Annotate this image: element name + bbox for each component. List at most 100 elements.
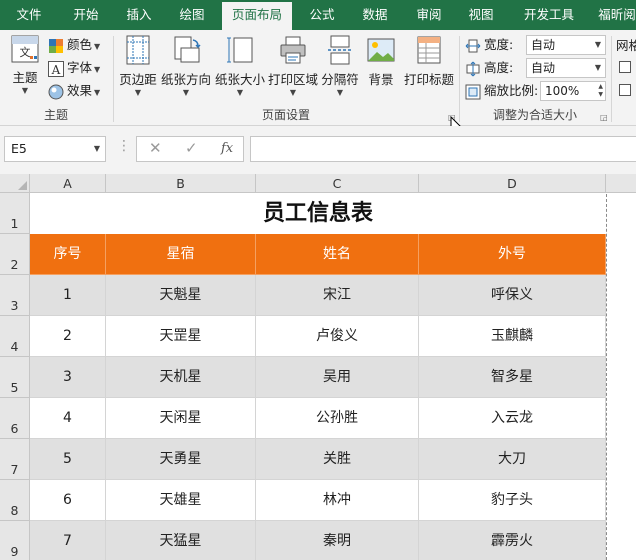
chevron-down-icon: ▼ — [594, 40, 601, 49]
chevron-down-icon: ▼ — [21, 86, 29, 95]
drag-handle-icon[interactable]: ⋮ — [117, 138, 131, 154]
cell-star[interactable]: 天魁星 — [106, 275, 256, 316]
row-header[interactable]: 7 — [0, 439, 30, 480]
formula-buttons: ✕ ✓ fx — [136, 136, 244, 162]
width-value: 自动 — [531, 38, 556, 52]
dialog-launcher-icon[interactable]: ◲ — [600, 114, 609, 123]
cell-star[interactable]: 天罡星 — [106, 316, 256, 357]
row-header[interactable]: 8 — [0, 480, 30, 521]
fonts-button[interactable]: A 字体 ▼ — [48, 58, 100, 78]
row-header[interactable]: 2 — [0, 234, 30, 275]
cell-star[interactable]: 天闲星 — [106, 398, 256, 439]
size-label: 纸张大小 — [214, 72, 265, 87]
select-all-button[interactable] — [0, 174, 30, 193]
background-button[interactable]: 背景 — [362, 34, 400, 88]
enter-icon[interactable]: ✓ — [185, 139, 198, 157]
width-select[interactable]: 自动 ▼ — [526, 35, 606, 55]
table-header-cell[interactable]: 外号 — [419, 234, 606, 275]
print-titles-icon — [417, 36, 441, 64]
effects-button[interactable]: 效果 ▼ — [48, 81, 100, 101]
margins-button[interactable]: 页边距 ▼ — [118, 34, 158, 98]
cell-nickname[interactable]: 豹子头 — [419, 480, 606, 521]
height-icon — [466, 61, 480, 76]
cell-nickname[interactable]: 入云龙 — [419, 398, 606, 439]
cell-id[interactable]: 3 — [30, 357, 106, 398]
cell-id[interactable]: 7 — [30, 521, 106, 560]
column-header-e[interactable] — [606, 174, 636, 193]
orientation-button[interactable]: 纸张方向 ▼ — [160, 34, 212, 98]
column-header-b[interactable]: B — [106, 174, 256, 193]
table-header-cell[interactable]: 序号 — [30, 234, 106, 275]
size-button[interactable]: 纸张大小 ▼ — [214, 34, 266, 98]
cell-name[interactable]: 秦明 — [256, 521, 419, 560]
cell-nickname[interactable]: 霹雳火 — [419, 521, 606, 560]
row-header[interactable]: 5 — [0, 357, 30, 398]
name-box[interactable]: E5 ▼ — [4, 136, 106, 162]
column-header-a[interactable]: A — [30, 174, 106, 193]
background-label: 背景 — [368, 72, 394, 87]
cell-id[interactable]: 4 — [30, 398, 106, 439]
tab-insert[interactable]: 插入 — [114, 0, 164, 30]
tab-view[interactable]: 视图 — [456, 0, 506, 30]
tab-file[interactable]: 文件 — [4, 0, 54, 30]
row-header[interactable]: 9 — [0, 521, 30, 560]
themes-button[interactable]: 文 主题 ▼ — [6, 34, 44, 96]
tab-page-layout[interactable]: 页面布局 — [222, 2, 292, 30]
tab-home[interactable]: 开始 — [60, 0, 112, 30]
breaks-button[interactable]: 分隔符 ▼ — [320, 34, 360, 98]
cell-nickname[interactable]: 玉麒麟 — [419, 316, 606, 357]
background-image-icon — [367, 38, 395, 62]
cell-name[interactable]: 关胜 — [256, 439, 419, 480]
tab-foxit[interactable]: 福昕阅 — [592, 0, 636, 30]
print-area-label: 打印区域 — [268, 72, 319, 87]
tab-developer[interactable]: 开发工具 — [512, 0, 586, 30]
print-area-button[interactable]: 打印区域 ▼ — [268, 34, 318, 98]
margins-icon — [126, 35, 150, 65]
colors-button[interactable]: 颜色 ▼ — [48, 35, 100, 55]
cell-name[interactable]: 林冲 — [256, 480, 419, 521]
column-header-d[interactable]: D — [419, 174, 606, 193]
column-header-c[interactable]: C — [256, 174, 419, 193]
cancel-icon[interactable]: ✕ — [149, 139, 162, 157]
scale-label: 缩放比例: — [465, 81, 538, 101]
spinner-arrows-icon[interactable]: ▲ ▼ — [598, 83, 603, 99]
tab-review[interactable]: 审阅 — [404, 0, 454, 30]
gridlines-view-checkbox[interactable] — [619, 61, 631, 73]
row-header[interactable]: 6 — [0, 398, 30, 439]
tab-formulas[interactable]: 公式 — [298, 0, 346, 30]
cell-name[interactable]: 宋江 — [256, 275, 419, 316]
cell-name[interactable]: 吴用 — [256, 357, 419, 398]
row-header[interactable]: 1 — [0, 193, 30, 234]
tab-draw[interactable]: 绘图 — [166, 0, 218, 30]
height-select[interactable]: 自动 ▼ — [526, 58, 606, 78]
cell-star[interactable]: 天勇星 — [106, 439, 256, 480]
fonts-label: 字体 — [67, 60, 93, 75]
cell-nickname[interactable]: 呼保义 — [419, 275, 606, 316]
cell-star[interactable]: 天机星 — [106, 357, 256, 398]
cell-nickname[interactable]: 大刀 — [419, 439, 606, 480]
cell-id[interactable]: 1 — [30, 275, 106, 316]
worksheet-grid[interactable]: A B C D 1 2 3 4 5 6 7 8 9 员工信息表 序号 星宿 姓名 外号… — [0, 174, 636, 560]
formula-input[interactable] — [250, 136, 636, 162]
cell-nickname[interactable]: 智多星 — [419, 357, 606, 398]
cell-name[interactable]: 卢俊义 — [256, 316, 419, 357]
row-header[interactable]: 4 — [0, 316, 30, 357]
scale-spinner[interactable]: 100% ▲ ▼ — [540, 81, 606, 101]
cell-id[interactable]: 2 — [30, 316, 106, 357]
table-header-cell[interactable]: 姓名 — [256, 234, 419, 275]
chevron-down-icon[interactable]: ▼ — [94, 137, 100, 161]
cell-name[interactable]: 公孙胜 — [256, 398, 419, 439]
gridlines-print-checkbox[interactable] — [619, 84, 631, 96]
print-titles-button[interactable]: 打印标题 — [402, 34, 456, 88]
cell-star[interactable]: 天雄星 — [106, 480, 256, 521]
themes-icon: 文 — [11, 35, 39, 63]
svg-text:文: 文 — [20, 45, 31, 59]
sheet-title[interactable]: 员工信息表 — [30, 194, 606, 234]
cell-id[interactable]: 6 — [30, 480, 106, 521]
table-header-cell[interactable]: 星宿 — [106, 234, 256, 275]
insert-function-icon[interactable]: fx — [221, 141, 233, 156]
row-header[interactable]: 3 — [0, 275, 30, 316]
cell-id[interactable]: 5 — [30, 439, 106, 480]
tab-data[interactable]: 数据 — [350, 0, 400, 30]
cell-star[interactable]: 天猛星 — [106, 521, 256, 560]
